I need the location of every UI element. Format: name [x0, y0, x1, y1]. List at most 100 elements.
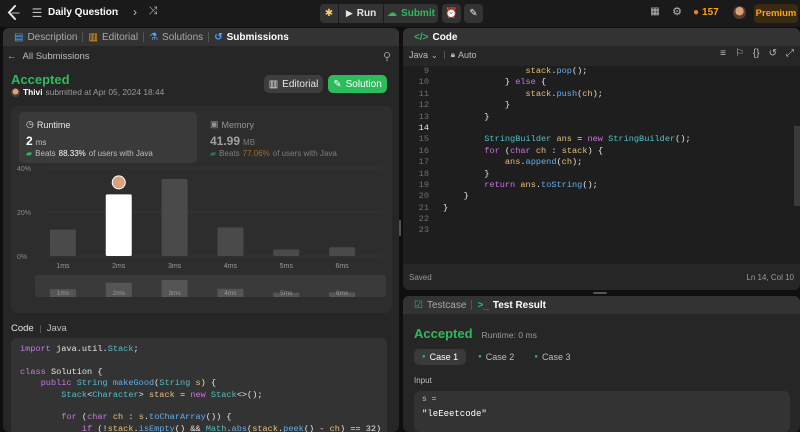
- back-to-submissions[interactable]: ← All Submissions: [7, 51, 90, 62]
- layout-grid-icon[interactable]: ▦: [649, 7, 661, 17]
- chart-bar[interactable]: [329, 247, 356, 256]
- chart-minimap-label: 2ms: [113, 290, 126, 297]
- runtime-card[interactable]: ◷ Runtime 2 ms ▰ Beats 88.33% of users w…: [19, 112, 197, 163]
- chart-minimap-label: 5ms: [280, 290, 293, 297]
- submitted-code-line: class Solution {: [20, 366, 103, 377]
- line-number: 17: [418, 157, 429, 168]
- shuffle-icon[interactable]: ⤨: [147, 6, 159, 17]
- leetcode-logo-icon[interactable]: [6, 5, 22, 21]
- chart-minimap-label: 3ms: [168, 290, 181, 297]
- debug-button[interactable]: ✱: [320, 4, 338, 23]
- timer-button[interactable]: ⏰: [442, 4, 461, 23]
- code-editor-panel: </> Code Java ⌄ 🔒︎ Auto ≡ ⚐ {} ↺ ⤢ 9 10 11 1…: [403, 28, 800, 290]
- tab-description-label: Description: [27, 31, 78, 43]
- tab-code-label: Code: [432, 31, 458, 43]
- chart-bar[interactable]: [217, 227, 244, 256]
- format-icon[interactable]: ≡: [720, 48, 726, 59]
- beats-icon: ▰: [210, 149, 217, 158]
- submitted-code-line: Stack<Character> stack = new Stack<>();: [61, 389, 263, 400]
- cursor-position: Ln 14, Col 10: [746, 273, 794, 282]
- code-lines: stack.pop(); } else { stack.push(ch); } …: [443, 66, 793, 225]
- case-3-button[interactable]: ● Case 3: [526, 349, 578, 365]
- streak-counter[interactable]: ● 157: [693, 7, 719, 18]
- user-avatar: [11, 87, 20, 97]
- tab-submissions[interactable]: ↺ Submissions: [209, 28, 294, 46]
- tab-description[interactable]: ▤ Description: [9, 28, 82, 46]
- editor-code-line: }: [443, 168, 490, 179]
- line-number: 9: [423, 66, 429, 76]
- case-2-button[interactable]: ● Case 2: [470, 349, 522, 365]
- premium-label: Premium: [755, 8, 797, 19]
- chart-ytick-label: 40%: [17, 166, 31, 173]
- auto-mode-label: Auto: [457, 50, 477, 60]
- memory-card[interactable]: ▣ Memory 41.99 MB ▰ Beats 77.06% of user…: [203, 112, 383, 163]
- input-label: Input: [414, 376, 432, 385]
- share-link-icon[interactable]: ⚲: [383, 50, 391, 63]
- horizontal-resize-handle[interactable]: [593, 292, 607, 294]
- tab-code[interactable]: </> Code: [409, 28, 462, 46]
- avatar[interactable]: [733, 6, 746, 19]
- result-tabbar: ☑ Testcase >_ Test Result: [403, 296, 800, 314]
- solution-button-label: Solution: [345, 78, 382, 90]
- chart-bar[interactable]: [49, 229, 76, 256]
- chart-bar[interactable]: [273, 249, 300, 256]
- chart-bar[interactable]: [161, 179, 188, 256]
- run-label: Run: [356, 8, 377, 19]
- input-variable-name: s =: [422, 395, 437, 404]
- notes-button[interactable]: ✎: [464, 4, 483, 23]
- submit-button[interactable]: ☁ Submit: [384, 4, 438, 23]
- edit-icon: ✎: [333, 78, 342, 90]
- chevron-left-icon[interactable]: ‹: [111, 6, 123, 18]
- expand-icon[interactable]: ⤢: [786, 48, 794, 59]
- chart-minimap-label: 1ms: [57, 290, 70, 297]
- book-icon: ▥: [88, 31, 98, 43]
- auto-mode-toggle[interactable]: 🔒︎ Auto: [451, 50, 477, 60]
- flask-icon: ⚗: [149, 31, 159, 43]
- chart-xtick-label: 2ms: [112, 263, 126, 270]
- solution-button[interactable]: ✎ Solution: [328, 75, 387, 93]
- tab-editorial[interactable]: ▥ Editorial: [83, 28, 143, 46]
- result-summary: Accepted Runtime: 0 ms: [414, 326, 537, 341]
- tab-test-result[interactable]: >_ Test Result: [472, 296, 551, 314]
- line-number: 14: [418, 122, 429, 133]
- history-icon: ↺: [214, 31, 223, 43]
- editor-area[interactable]: 9 10 11 12 13 14 15 16 17 18 19 20 21 22 23 stack.pop(…: [403, 66, 800, 264]
- tab-submissions-label: Submissions: [226, 31, 289, 43]
- case-1-button[interactable]: ● Case 1: [414, 349, 467, 365]
- daily-question-title[interactable]: Daily Question: [48, 7, 118, 18]
- gear-icon[interactable]: ⚙: [671, 7, 683, 18]
- line-number: 22: [418, 214, 429, 225]
- chart-xtick-label: 1ms: [56, 263, 70, 270]
- editor-code-line: stack.push(ch);: [525, 88, 603, 99]
- premium-button[interactable]: Premium: [754, 4, 798, 23]
- editor-scrollbar[interactable]: [794, 126, 800, 206]
- divider: [39, 324, 41, 333]
- divider: [443, 51, 445, 59]
- line-number-gutter: 9 10 11 12 13 14 15 16 17 18 19 20 21 22 23: [409, 66, 429, 237]
- line-number: 23: [418, 225, 429, 236]
- problem-list-icon[interactable]: ☰: [30, 6, 44, 20]
- run-button[interactable]: ▶ Run: [339, 4, 383, 23]
- username[interactable]: Thivi: [23, 87, 43, 97]
- bookmark-icon[interactable]: ⚐: [735, 48, 744, 59]
- tab-testcase[interactable]: ☑ Testcase: [409, 296, 471, 314]
- input-box: s = "leEeetcode": [414, 391, 790, 432]
- tab-solutions-label: Solutions: [162, 31, 204, 43]
- vertical-resize-handle[interactable]: [399, 220, 401, 236]
- editorial-button[interactable]: ▥ Editorial: [264, 75, 323, 93]
- reset-icon[interactable]: ↺: [769, 48, 777, 59]
- submission-status: Accepted: [11, 72, 70, 87]
- chevron-right-icon[interactable]: ›: [129, 6, 141, 18]
- chart-minimap-label: 6ms: [336, 290, 349, 297]
- line-number: 13: [418, 111, 429, 122]
- braces-icon[interactable]: {}: [753, 48, 760, 59]
- submitted-code-line: public String makeGood(String s) {: [40, 378, 217, 389]
- submitted-code-block[interactable]: import java.util.Stack; class Solution {…: [11, 338, 387, 432]
- input-variable-value[interactable]: "leEeetcode": [422, 409, 487, 419]
- language-select[interactable]: Java ⌄: [409, 50, 438, 60]
- chart-bar[interactable]: [105, 194, 132, 256]
- tab-solutions[interactable]: ⚗ Solutions: [144, 28, 208, 46]
- runtime-distribution-chart[interactable]: 40% 20% 0% 1ms 2ms 3ms 4ms 5ms 6ms 1ms 2ms 3ms 4ms 5m…: [11, 164, 392, 314]
- result-status: Accepted: [414, 326, 473, 341]
- memory-unit: MB: [243, 138, 256, 147]
